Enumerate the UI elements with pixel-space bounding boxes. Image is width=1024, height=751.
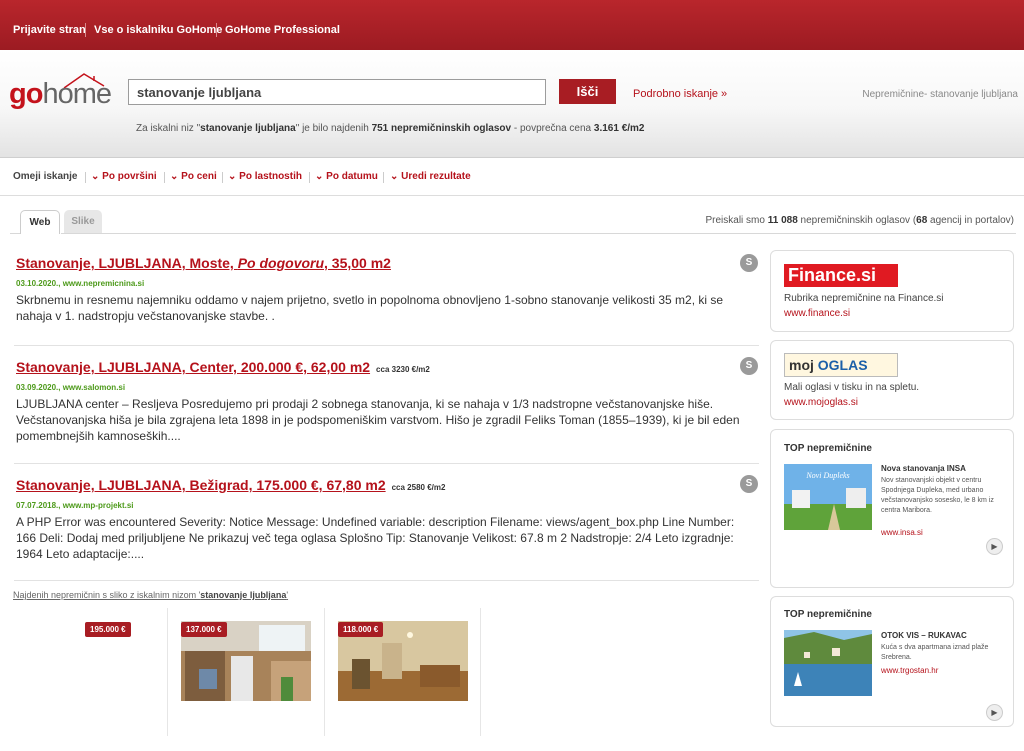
thumb-separator — [480, 608, 481, 736]
top-nepremicnine-box: TOP nepremičnine Novi Dupleks Nova stano… — [770, 429, 1014, 588]
topnav-separator — [216, 23, 217, 37]
next-arrow-icon[interactable]: ▶ — [986, 704, 1003, 721]
insa-ad-description: Nov stanovanjski objekt v centru Spodnje… — [881, 477, 994, 514]
finance-logo: Finance.si — [784, 264, 898, 287]
thumb-separator — [167, 608, 168, 736]
filter-po-datumu[interactable]: ⌄ Po datumu — [315, 171, 378, 182]
similar-icon[interactable]: S — [740, 475, 758, 493]
thumb-price[interactable]: 118.000 € — [338, 622, 384, 637]
tab-underline — [61, 233, 1016, 234]
vis-ad-image[interactable] — [784, 630, 872, 696]
filter-separator — [383, 172, 384, 183]
mojoglas-logo: moj OGLAS — [784, 353, 898, 377]
price-per-m2: cca 2580 €/m2 — [391, 483, 446, 492]
thumb-separator — [324, 608, 325, 736]
result-description: Skrbnemu in resnemu najemniku oddamo v n… — [16, 293, 724, 323]
filter-po-lastnostih[interactable]: ⌄ Po lastnostih — [228, 171, 302, 182]
filter-po-povrsini[interactable]: ⌄ Po površini — [91, 171, 157, 182]
result-source: 03.10.2020., www.nepremicnina.si — [16, 279, 145, 288]
result-description: A PHP Error was encountered Severity: No… — [16, 515, 735, 561]
gohome-logo[interactable]: gohome — [9, 78, 112, 110]
tab-underline — [10, 233, 20, 234]
breadcrumb: Nepremičnine- stanovanje ljubljana — [862, 89, 1018, 100]
similar-icon[interactable]: S — [740, 254, 758, 272]
vis-ad-description: Kuća s dva apartmana iznad plaže Srebren… — [881, 644, 989, 661]
insa-image-text: Novi Dupleks — [805, 471, 849, 480]
filter-separator — [222, 172, 223, 183]
filter-po-ceni[interactable]: ⌄ Po ceni — [170, 171, 217, 182]
search-result: Stanovanje, LJUBLJANA, Bežigrad, 175.000… — [16, 477, 756, 562]
mojoglas-url[interactable]: www.mojoglas.si — [784, 397, 858, 408]
filter-separator — [164, 172, 165, 183]
result-title-link[interactable]: Stanovanje, LJUBLJANA, Center, 200.000 €… — [16, 359, 370, 375]
insa-ad-image[interactable]: Novi Dupleks — [784, 464, 872, 530]
filter-separator — [309, 172, 310, 183]
topnav-gohome-professional[interactable]: GoHome Professional — [225, 24, 340, 36]
vis-ad-url[interactable]: www.trgostan.hr — [881, 666, 938, 675]
similar-icon[interactable]: S — [740, 357, 758, 375]
logo-go: go — [9, 78, 43, 110]
filter-uredi-rezultate[interactable]: ⌄ Uredi rezultate — [390, 171, 471, 182]
topnav-prijavite-stran[interactable]: Prijavite stran — [13, 24, 86, 36]
images-note-link[interactable]: Najdenih nepremičnin s sliko z iskalnim … — [13, 590, 288, 600]
search-button[interactable]: Išči — [559, 79, 616, 104]
tab-web[interactable]: Web — [20, 210, 60, 234]
finance-ad-box[interactable]: Finance.si Rubrika nepremičnine na Finan… — [770, 250, 1014, 332]
search-input[interactable] — [128, 79, 546, 105]
tab-slike[interactable]: Slike — [64, 210, 102, 234]
search-result: Stanovanje, LJUBLJANA, Moste, Po dogovor… — [16, 255, 756, 324]
search-result: Stanovanje, LJUBLJANA, Center, 200.000 €… — [16, 359, 756, 444]
result-divider — [14, 580, 759, 581]
filter-bar: Omeji iskanje ⌄ Po površini ⌄ Po ceni ⌄ … — [0, 158, 1024, 196]
top-nepremicnine-box: TOP nepremičnine OTOK VIS – RUKAVAC Kuća… — [770, 596, 1014, 727]
thumb-price[interactable]: 195.000 € — [85, 622, 131, 637]
result-source: 07.07.2018., www.mp-projekt.si — [16, 501, 134, 510]
mojoglas-description: Mali oglasi v tisku in na spletu. — [784, 382, 920, 393]
filter-separator — [85, 172, 86, 183]
filter-label: Omeji iskanje — [13, 171, 78, 182]
result-description: LJUBLJANA center – Resljeva Posredujemo … — [16, 397, 740, 443]
mojoglas-logo-a: moj — [789, 357, 814, 373]
topnav-separator — [85, 23, 86, 37]
insa-ad-title[interactable]: Nova stanovanja INSA — [881, 464, 966, 473]
price-per-m2: cca 3230 €/m2 — [376, 365, 430, 374]
finance-description: Rubrika nepremičnine na Finance.si — [784, 293, 944, 304]
result-title-link[interactable]: Stanovanje, LJUBLJANA, Bežigrad, 175.000… — [16, 477, 386, 493]
mojoglas-ad-box[interactable]: moj OGLAS Mali oglasi v tisku in na sple… — [770, 340, 1014, 420]
advanced-search-link[interactable]: Podrobno iskanje » — [633, 88, 727, 100]
top-box-title: TOP nepremičnine — [784, 609, 872, 620]
topnav-vse-o-iskalniku[interactable]: Vse o iskalniku GoHome — [94, 24, 222, 36]
result-title-link[interactable]: Stanovanje, LJUBLJANA, Moste, Po dogovor… — [16, 255, 391, 271]
vis-ad-title[interactable]: OTOK VIS – RUKAVAC — [881, 631, 967, 640]
search-summary: Za iskalni niz "stanovanje ljubljana" je… — [136, 123, 645, 134]
result-divider — [14, 345, 759, 346]
finance-url[interactable]: www.finance.si — [784, 308, 850, 319]
next-arrow-icon[interactable]: ▶ — [986, 538, 1003, 555]
result-divider — [14, 463, 759, 464]
index-stats: Preiskali smo 11 088 nepremičninskih ogl… — [705, 215, 1014, 226]
insa-ad-url[interactable]: www.insa.si — [881, 528, 923, 537]
result-source: 03.09.2020., www.salomon.si — [16, 383, 126, 392]
mojoglas-logo-b: OGLAS — [817, 357, 868, 373]
logo-home: home — [42, 78, 112, 110]
top-navigation-bar: Prijavite stran Vse o iskalniku GoHome G… — [0, 0, 1024, 50]
thumb-price[interactable]: 137.000 € — [181, 622, 227, 637]
top-box-title: TOP nepremičnine — [784, 443, 872, 454]
